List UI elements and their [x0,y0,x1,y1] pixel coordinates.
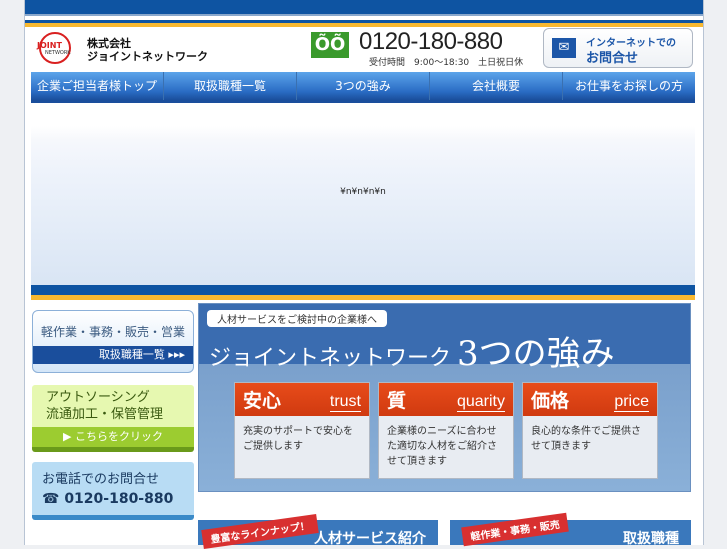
jobs-bottom-title: 取扱職種 [623,531,679,547]
card-jp: 安心 [243,390,282,412]
contact-button[interactable]: ✉ インターネットでの お問合せ [543,28,693,68]
outsourcing-banner[interactable]: アウトソーシング 流通加工・保管管理 ▶ こちらをクリック [32,385,194,452]
outsourcing-link[interactable]: ▶ こちらをクリック [32,427,194,447]
services-title: 人材サービス紹介 [314,531,426,547]
jobs-title: 軽作業・事務・販売・営業 [40,325,185,339]
strengths-heading: ジョイントネットワーク 3つの強み [209,326,615,375]
strengths-title: ジョイントネットワーク [209,346,452,371]
card-text: 良心的な条件でご提供させて頂きます [531,426,641,452]
services-banner[interactable]: 豊富なラインナップ！ 人材サービス紹介 [198,514,438,549]
services-ribbon: 豊富なラインナップ！ [201,514,319,549]
main-nav: 企業ご担当者様トップ 取扱職種一覧 3つの強み 会社概要 お仕事をお探しの方 [31,72,695,103]
hero-area: ¥n¥n¥n¥n [31,110,695,286]
phone-banner[interactable]: お電話でのお問合せ ☎ 0120-180-880 [32,462,194,520]
hero-bar [31,285,695,300]
card-en: trust [329,393,361,412]
nav-job-seekers[interactable]: お仕事をお探しの方 [563,72,695,100]
strengths-title-big: 3つの強み [457,334,615,374]
nav-strengths[interactable]: 3つの強み [297,72,430,100]
nav-corporate-top[interactable]: 企業ご担当者様トップ [31,72,164,100]
header-phone: 0120-180-880 [359,28,503,55]
strengths-banner[interactable]: 人材サービスをご検討中の企業様へ ジョイントネットワーク 3つの強み 安心 trus… [198,303,691,492]
phone-title: お電話でのお問合せ [42,472,160,487]
card-text: 企業様のニーズに合わせた適切な人材をご紹介させて頂きます [387,426,497,467]
jobs-bottom-banner[interactable]: 軽作業・事務・販売取扱職種 [450,512,691,547]
outsourcing-line1: アウトソーシング [46,390,150,405]
mail-icon: ✉ [552,38,576,58]
jobs-banner[interactable]: 軽作業・事務・販売・営業取扱職種一覧 ▸▸▸ [32,310,194,373]
top-bar [25,0,703,16]
header-stripe [25,20,703,27]
company-line2: ジョイントネットワーク [87,50,208,63]
card-en: quarity [456,393,505,412]
outsourcing-line2: 流通加工・保管管理 [46,407,164,422]
strength-card-quality: 質 quarity 企業様のニーズに合わせた適切な人材をご紹介させて頂きます [378,382,514,479]
card-en: price [614,393,649,412]
company-line1: 株式会社 [87,37,131,50]
strength-card-price: 価格 price 良心的な条件でご提供させて頂きます [522,382,658,479]
logo[interactable]: JOINT NETWORK [35,30,75,68]
business-hours: 受付時間 9:00〜18:30 土日祝日休 [369,58,524,68]
card-jp: 質 [387,390,407,412]
jobs-ribbon: 軽作業・事務・販売 [461,512,569,547]
strengths-pill: 人材サービスをご検討中の企業様へ [207,310,387,327]
card-text: 充実のサポートで安心をご提供します [243,426,353,452]
jobs-link[interactable]: 取扱職種一覧 ▸▸▸ [33,346,193,364]
contact-line2: お問合せ [586,51,639,66]
freedial-icon: ÕÕ [311,32,349,58]
nav-job-list[interactable]: 取扱職種一覧 [164,72,297,100]
company-name: 株式会社 ジョイントネットワーク [87,37,208,63]
strength-card-trust: 安心 trust 充実のサポートで安心をご提供します [234,382,370,479]
nav-company[interactable]: 会社概要 [430,72,563,100]
page: JOINT NETWORK 株式会社 ジョイントネットワーク ÕÕ 0120-180… [24,0,704,549]
hero-text: ¥n¥n¥n¥n [340,187,386,197]
card-jp: 価格 [531,390,570,412]
phone-number: ☎ 0120-180-880 [42,491,174,507]
